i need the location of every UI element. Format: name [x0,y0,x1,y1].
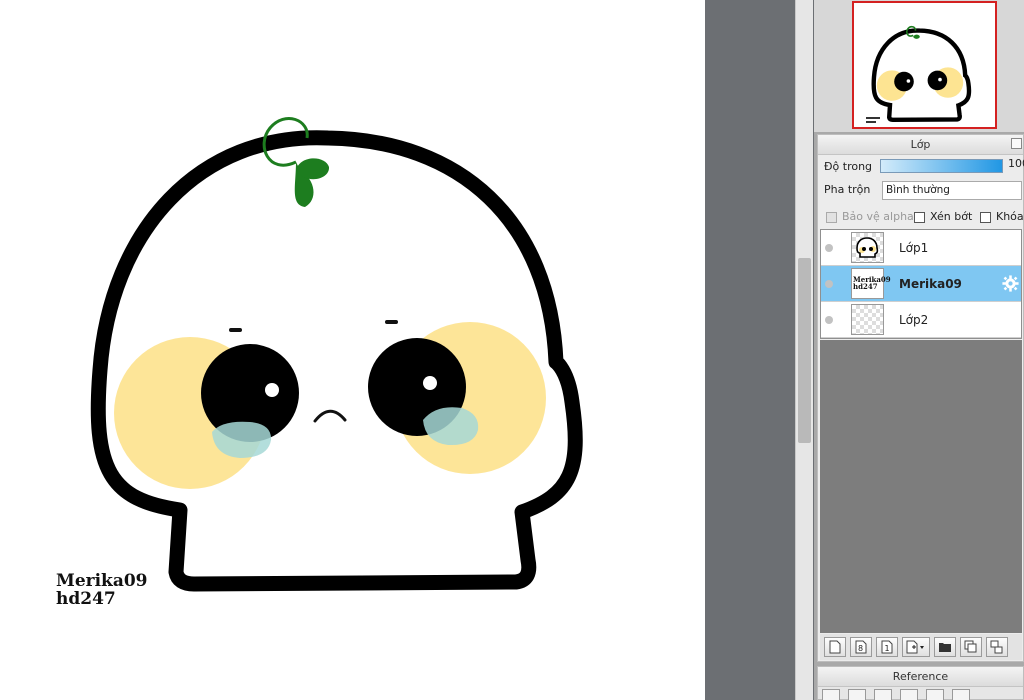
layer-name: Merika09 [899,277,962,291]
lock-checkbox[interactable] [980,211,991,223]
layer-panel: Lớp Độ trong 100 Pha trộn Bình thường Bả… [817,134,1024,662]
clipping-option[interactable]: Xén bớt [914,209,972,225]
visibility-icon[interactable] [825,316,833,324]
reference-tool-icon[interactable] [926,689,944,700]
visibility-icon[interactable] [825,244,833,252]
reference-tool-icon[interactable] [848,689,866,700]
protect-alpha-label: Bảo vệ alpha [842,210,914,223]
vertical-scrollbar[interactable] [795,0,813,700]
reference-panel-title: Reference [818,667,1023,687]
layer-toolbar: 8 1 [820,634,1022,660]
signature-line-1: Merika09 [56,571,148,591]
blend-label: Pha trộn [824,183,871,196]
new-1bit-layer-icon[interactable]: 1 [876,637,898,657]
lock-label: Khóa [996,210,1024,223]
blend-mode-select[interactable]: Bình thường [882,181,1022,200]
visibility-icon[interactable] [825,280,833,288]
layer-thumbnail: Merika09 hd247 [851,268,891,299]
reference-tool-icon[interactable] [874,689,892,700]
reference-tool-icon[interactable] [952,689,970,700]
svg-text:8: 8 [858,644,863,653]
layer-name: Lớp2 [899,313,929,327]
layer-name: Lớp1 [899,241,929,255]
right-eyebrow [385,320,398,324]
opacity-label: Độ trong [824,160,873,173]
svg-text:1: 1 [885,644,890,653]
left-eye-highlight [265,383,279,397]
navigator-panel [814,0,1024,132]
lock-option[interactable]: Khóa [980,209,1024,225]
gear-icon[interactable] [1002,275,1019,292]
navigator-preview[interactable] [852,1,997,129]
layer-row-lop2[interactable]: Lớp2 [821,302,1021,338]
layer-thumbnail-text: Merika09 hd247 [853,275,891,291]
layer-row-lop1[interactable]: Lớp1 [821,230,1021,266]
duplicate-layer-icon[interactable] [960,637,982,657]
reference-panel: Reference [817,666,1024,700]
new-8bit-layer-icon[interactable]: 8 [850,637,872,657]
left-eyebrow [229,328,242,332]
add-layer-menu-icon[interactable] [902,637,930,657]
folder-icon[interactable] [934,637,956,657]
scrollbar-thumb[interactable] [798,258,811,443]
reference-toolbar [822,689,970,700]
reference-tool-icon[interactable] [900,689,918,700]
reference-tool-icon[interactable] [822,689,840,700]
protect-alpha-checkbox[interactable] [826,211,837,223]
opacity-slider[interactable] [880,159,1003,173]
layer-row-merika09[interactable]: Merika09 hd247 Merika09 [821,266,1021,302]
canvas-gutter [705,0,795,700]
right-panel: Lớp Độ trong 100 Pha trộn Bình thường Bả… [814,0,1024,700]
opacity-value: 100 [1008,157,1024,170]
layer-panel-title: Lớp [818,135,1023,155]
protect-alpha-option[interactable]: Bảo vệ alpha [826,209,914,225]
layer-thumbnail [851,304,884,335]
right-eye-highlight [423,376,437,390]
merge-layer-icon[interactable] [986,637,1008,657]
panel-menu-icon[interactable] [1011,138,1022,149]
navigator-thumbnail [866,25,972,123]
drawing-canvas[interactable]: Merika09 hd247 [0,0,705,700]
clipping-checkbox[interactable] [914,211,925,223]
clipping-label: Xén bớt [930,210,973,223]
layer-list: Lớp1 Merika09 hd247 Merika09 Lớp2 [820,229,1022,339]
signature-line-2: hd247 [56,589,116,609]
layer-list-empty-area [820,340,1022,633]
new-layer-icon[interactable] [824,637,846,657]
layer-thumbnail [851,232,884,263]
signature-text: Merika09 hd247 [56,572,148,608]
